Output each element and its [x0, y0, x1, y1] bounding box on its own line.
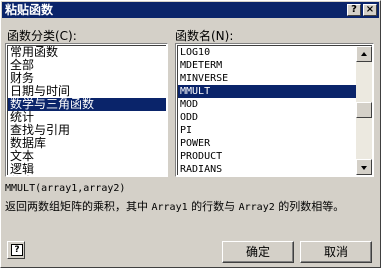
- function-list-area: LOG10 MDETERM MINVERSE MMULT MOD ODD PI POWER PR…: [177, 45, 372, 175]
- function-description: 返回两数组矩阵的乘积，其中 Array1 的行数与 Array2 的列数相等。: [5, 199, 375, 215]
- function-item[interactable]: RAND: [178, 176, 356, 177]
- function-item[interactable]: MOD: [178, 98, 356, 111]
- description-text-2: 的行数与: [187, 200, 239, 213]
- function-item[interactable]: ODD: [178, 111, 356, 124]
- description-arg1: Array1: [151, 202, 188, 213]
- function-scrollbar[interactable]: [356, 46, 372, 175]
- close-button[interactable]: ×: [363, 4, 377, 16]
- scroll-up-button[interactable]: [356, 46, 372, 62]
- function-item[interactable]: LOG10: [178, 46, 356, 59]
- chevron-up-icon: [361, 52, 367, 56]
- function-item[interactable]: MDETERM: [178, 59, 356, 72]
- function-item[interactable]: MMULT: [178, 85, 356, 98]
- function-item[interactable]: PRODUCT: [178, 150, 356, 163]
- category-listbox[interactable]: 常用函数全部财务日期与时间数学与三角函数统计查找与引用数据库文本逻辑信息: [5, 43, 168, 177]
- function-syntax: MMULT(array1,array2): [5, 183, 126, 194]
- paste-function-dialog: 粘贴函数 ? × 函数分类(C): 函数名(N): 常用函数 全部 财务 日期与时间数…: [0, 0, 381, 268]
- context-help-button[interactable]: ?: [347, 4, 361, 16]
- description-text-3: 的列数相等。: [274, 200, 345, 213]
- function-item[interactable]: RADIANS: [178, 163, 356, 176]
- function-item[interactable]: MINVERSE: [178, 72, 356, 85]
- ok-button[interactable]: 确定: [222, 241, 294, 263]
- function-listbox[interactable]: LOG10 MDETERM MINVERSE MMULT MOD ODD PI POWER PR…: [175, 43, 374, 177]
- chevron-down-icon: [361, 166, 367, 170]
- help-icon: ?: [11, 244, 23, 256]
- function-item[interactable]: PI: [178, 124, 356, 137]
- cancel-button[interactable]: 取消: [300, 241, 372, 263]
- category-label: 函数分类(C):: [7, 29, 77, 43]
- description-arg2: Array2: [238, 202, 275, 213]
- function-name-label: 函数名(N):: [175, 29, 234, 43]
- scroll-down-button[interactable]: [356, 159, 372, 175]
- description-text-1: 返回两数组矩阵的乘积，其中: [5, 200, 152, 213]
- scroll-thumb[interactable]: [356, 102, 372, 118]
- dialog-title: 粘贴函数: [5, 3, 54, 17]
- office-assistant-help-button[interactable]: ?: [7, 241, 25, 259]
- function-item[interactable]: POWER: [178, 137, 356, 150]
- function-list: LOG10 MDETERM MINVERSE MMULT MOD ODD PI POWER PR…: [178, 46, 356, 175]
- title-bar[interactable]: 粘贴函数 ? ×: [2, 2, 379, 18]
- category-list: 常用函数全部财务日期与时间数学与三角函数统计查找与引用数据库文本逻辑信息: [7, 45, 166, 177]
- category-item[interactable]: 信息: [10, 176, 34, 177]
